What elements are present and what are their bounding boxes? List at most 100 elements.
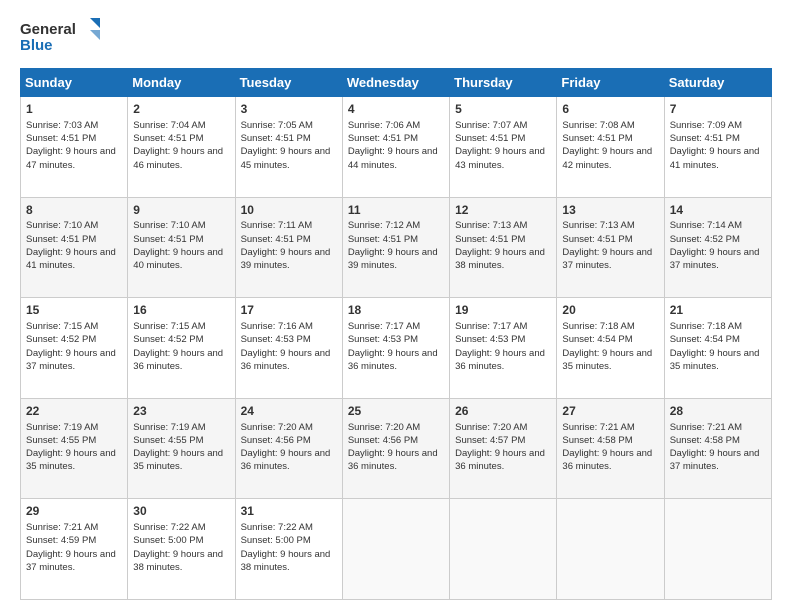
calendar-cell: 10 Sunrise: 7:11 AM Sunset: 4:51 PM Dayl… (235, 197, 342, 298)
sunrise-text: Sunrise: 7:20 AM (241, 422, 313, 433)
sunset-text: Sunset: 4:53 PM (455, 334, 525, 345)
sunrise-text: Sunrise: 7:19 AM (26, 422, 98, 433)
sunrise-text: Sunrise: 7:17 AM (455, 321, 527, 332)
daylight-text: Daylight: 9 hours and 35 minutes. (670, 348, 760, 372)
sunset-text: Sunset: 4:57 PM (455, 435, 525, 446)
daylight-text: Daylight: 9 hours and 37 minutes. (670, 247, 760, 271)
svg-text:General: General (20, 21, 76, 38)
day-number: 2 (133, 101, 229, 118)
day-number: 15 (26, 302, 122, 319)
daylight-text: Daylight: 9 hours and 36 minutes. (562, 448, 652, 472)
daylight-text: Daylight: 9 hours and 36 minutes. (133, 348, 223, 372)
sunrise-text: Sunrise: 7:07 AM (455, 120, 527, 131)
sunrise-text: Sunrise: 7:21 AM (670, 422, 742, 433)
sunrise-text: Sunrise: 7:18 AM (670, 321, 742, 332)
day-header-tuesday: Tuesday (235, 69, 342, 97)
sunrise-text: Sunrise: 7:21 AM (26, 522, 98, 533)
calendar-cell: 17 Sunrise: 7:16 AM Sunset: 4:53 PM Dayl… (235, 298, 342, 399)
sunset-text: Sunset: 5:00 PM (133, 535, 203, 546)
day-number: 9 (133, 202, 229, 219)
sunrise-text: Sunrise: 7:22 AM (241, 522, 313, 533)
calendar-cell: 1 Sunrise: 7:03 AM Sunset: 4:51 PM Dayli… (21, 97, 128, 198)
daylight-text: Daylight: 9 hours and 37 minutes. (26, 549, 116, 573)
daylight-text: Daylight: 9 hours and 36 minutes. (455, 448, 545, 472)
calendar-cell: 21 Sunrise: 7:18 AM Sunset: 4:54 PM Dayl… (664, 298, 771, 399)
day-number: 1 (26, 101, 122, 118)
calendar-cell: 25 Sunrise: 7:20 AM Sunset: 4:56 PM Dayl… (342, 398, 449, 499)
sunrise-text: Sunrise: 7:21 AM (562, 422, 634, 433)
sunset-text: Sunset: 4:53 PM (241, 334, 311, 345)
daylight-text: Daylight: 9 hours and 37 minutes. (562, 247, 652, 271)
sunrise-text: Sunrise: 7:06 AM (348, 120, 420, 131)
logo-svg: General Blue (20, 16, 100, 58)
sunrise-text: Sunrise: 7:13 AM (562, 220, 634, 231)
day-number: 19 (455, 302, 551, 319)
calendar-cell: 12 Sunrise: 7:13 AM Sunset: 4:51 PM Dayl… (450, 197, 557, 298)
calendar-cell: 30 Sunrise: 7:22 AM Sunset: 5:00 PM Dayl… (128, 499, 235, 600)
daylight-text: Daylight: 9 hours and 39 minutes. (348, 247, 438, 271)
day-number: 11 (348, 202, 444, 219)
calendar-cell (557, 499, 664, 600)
page: General Blue SundayMondayTuesdayWednesda… (0, 0, 792, 612)
calendar-cell: 16 Sunrise: 7:15 AM Sunset: 4:52 PM Dayl… (128, 298, 235, 399)
calendar-cell: 26 Sunrise: 7:20 AM Sunset: 4:57 PM Dayl… (450, 398, 557, 499)
daylight-text: Daylight: 9 hours and 45 minutes. (241, 146, 331, 170)
day-number: 20 (562, 302, 658, 319)
sunset-text: Sunset: 4:58 PM (562, 435, 632, 446)
sunset-text: Sunset: 4:51 PM (562, 133, 632, 144)
day-number: 30 (133, 503, 229, 520)
sunrise-text: Sunrise: 7:11 AM (241, 220, 313, 231)
calendar-cell (342, 499, 449, 600)
calendar-table: SundayMondayTuesdayWednesdayThursdayFrid… (20, 68, 772, 600)
day-number: 3 (241, 101, 337, 118)
sunrise-text: Sunrise: 7:13 AM (455, 220, 527, 231)
daylight-text: Daylight: 9 hours and 36 minutes. (241, 448, 331, 472)
sunset-text: Sunset: 4:55 PM (26, 435, 96, 446)
daylight-text: Daylight: 9 hours and 46 minutes. (133, 146, 223, 170)
daylight-text: Daylight: 9 hours and 35 minutes. (26, 448, 116, 472)
calendar-cell: 5 Sunrise: 7:07 AM Sunset: 4:51 PM Dayli… (450, 97, 557, 198)
daylight-text: Daylight: 9 hours and 35 minutes. (133, 448, 223, 472)
calendar-cell: 11 Sunrise: 7:12 AM Sunset: 4:51 PM Dayl… (342, 197, 449, 298)
calendar-cell: 3 Sunrise: 7:05 AM Sunset: 4:51 PM Dayli… (235, 97, 342, 198)
calendar-cell: 7 Sunrise: 7:09 AM Sunset: 4:51 PM Dayli… (664, 97, 771, 198)
sunset-text: Sunset: 4:56 PM (241, 435, 311, 446)
calendar-cell: 29 Sunrise: 7:21 AM Sunset: 4:59 PM Dayl… (21, 499, 128, 600)
sunset-text: Sunset: 4:54 PM (562, 334, 632, 345)
day-number: 21 (670, 302, 766, 319)
day-number: 12 (455, 202, 551, 219)
logo: General Blue (20, 16, 100, 58)
svg-text:Blue: Blue (20, 37, 53, 54)
calendar-cell: 31 Sunrise: 7:22 AM Sunset: 5:00 PM Dayl… (235, 499, 342, 600)
day-number: 14 (670, 202, 766, 219)
day-number: 18 (348, 302, 444, 319)
sunset-text: Sunset: 4:51 PM (455, 133, 525, 144)
sunset-text: Sunset: 4:59 PM (26, 535, 96, 546)
calendar-week-row: 15 Sunrise: 7:15 AM Sunset: 4:52 PM Dayl… (21, 298, 772, 399)
day-number: 5 (455, 101, 551, 118)
day-number: 6 (562, 101, 658, 118)
sunrise-text: Sunrise: 7:09 AM (670, 120, 742, 131)
day-header-friday: Friday (557, 69, 664, 97)
sunrise-text: Sunrise: 7:04 AM (133, 120, 205, 131)
day-number: 22 (26, 403, 122, 420)
daylight-text: Daylight: 9 hours and 36 minutes. (455, 348, 545, 372)
daylight-text: Daylight: 9 hours and 41 minutes. (26, 247, 116, 271)
calendar-cell (450, 499, 557, 600)
sunset-text: Sunset: 4:51 PM (241, 234, 311, 245)
sunset-text: Sunset: 4:55 PM (133, 435, 203, 446)
day-number: 17 (241, 302, 337, 319)
day-header-monday: Monday (128, 69, 235, 97)
calendar-cell: 28 Sunrise: 7:21 AM Sunset: 4:58 PM Dayl… (664, 398, 771, 499)
calendar-cell: 20 Sunrise: 7:18 AM Sunset: 4:54 PM Dayl… (557, 298, 664, 399)
day-number: 13 (562, 202, 658, 219)
daylight-text: Daylight: 9 hours and 38 minutes. (133, 549, 223, 573)
daylight-text: Daylight: 9 hours and 41 minutes. (670, 146, 760, 170)
sunset-text: Sunset: 4:54 PM (670, 334, 740, 345)
calendar-cell: 4 Sunrise: 7:06 AM Sunset: 4:51 PM Dayli… (342, 97, 449, 198)
sunrise-text: Sunrise: 7:17 AM (348, 321, 420, 332)
daylight-text: Daylight: 9 hours and 38 minutes. (241, 549, 331, 573)
sunrise-text: Sunrise: 7:03 AM (26, 120, 98, 131)
sunset-text: Sunset: 4:58 PM (670, 435, 740, 446)
calendar-cell: 24 Sunrise: 7:20 AM Sunset: 4:56 PM Dayl… (235, 398, 342, 499)
